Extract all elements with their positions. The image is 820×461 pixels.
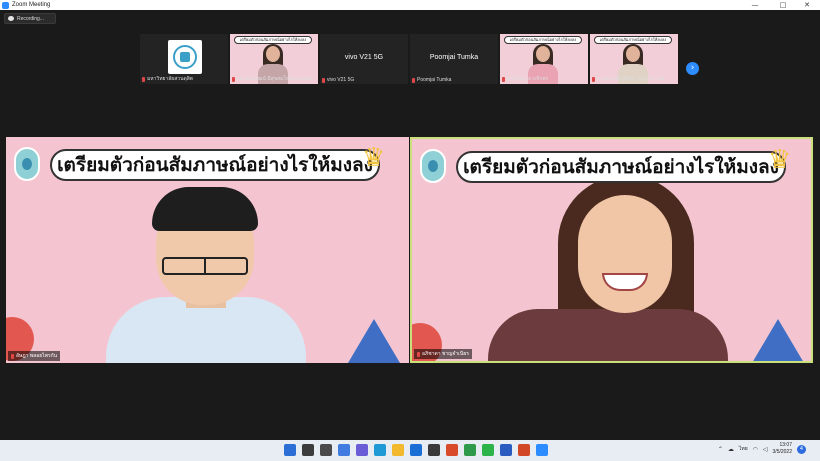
windows-start-icon[interactable]: [284, 444, 296, 456]
participant-name: นางสาวเพ็ญพิชชา ชาญวิจารณ์: [592, 75, 664, 83]
decorative-shape: [348, 319, 400, 363]
mail-icon[interactable]: [410, 444, 422, 456]
speaker-tile-right[interactable]: เตรียมตัวก่อนสัมภาษณ์อย่างไรให้มงลง ♛ อภ…: [410, 137, 813, 363]
participant-display-name: Poomjai Tumka: [429, 54, 479, 61]
participant-name: ผศ.นันทพัฒน์ มีสุขสมโพธิ-สวนดุสิต: [232, 75, 313, 83]
word-icon[interactable]: [500, 444, 512, 456]
thumbnail-banner: เตรียมตัวก่อนสัมภาษณ์อย่างไรให้ลงลง: [234, 36, 312, 44]
line-icon[interactable]: [482, 444, 494, 456]
window-title: Zoom Meeting: [12, 2, 51, 8]
muted-mic-icon: [417, 351, 420, 357]
store-icon[interactable]: [428, 444, 440, 456]
chrome-icon[interactable]: [464, 444, 476, 456]
close-button[interactable]: ✕: [796, 0, 818, 10]
university-logo-icon: [168, 40, 202, 74]
participant-display-name: vivo V21 5G: [344, 54, 384, 61]
participant-name: พรพิชญา ดวงจิรพร: [502, 75, 548, 83]
zoom-icon[interactable]: [536, 444, 548, 456]
next-page-button[interactable]: ›: [686, 62, 699, 75]
notification-badge[interactable]: 4: [797, 444, 806, 454]
system-tray: ⌃ ☁ ไทย ◠ ◁ 13:07 3/5/2022 4: [718, 442, 806, 456]
volume-icon[interactable]: ◁: [763, 446, 768, 453]
clock-time: 13:07: [779, 442, 792, 448]
file-explorer-icon[interactable]: [392, 444, 404, 456]
clock-date: 3/5/2022: [772, 449, 792, 455]
thumbnail-participant[interactable]: Poomjai Tumka Poomjai Tumka: [410, 34, 498, 84]
edge-icon[interactable]: [374, 444, 386, 456]
muted-mic-icon: [592, 76, 595, 82]
recording-label: Recording...: [17, 15, 44, 22]
muted-mic-icon: [11, 353, 14, 359]
brand-badge-icon: [14, 147, 40, 181]
chat-icon[interactable]: [356, 444, 368, 456]
muted-mic-icon: [502, 76, 505, 82]
slide-banner: เตรียมตัวก่อนสัมภาษณ์อย่างไรให้มงลง: [456, 151, 786, 183]
thumbnail-participant[interactable]: vivo V21 5G vivo V21 5G: [320, 34, 408, 84]
windows-taskbar: ⌃ ☁ ไทย ◠ ◁ 13:07 3/5/2022 4: [0, 440, 820, 461]
slide-banner: เตรียมตัวก่อนสัมภาษณ์อย่างไรให้มงลง: [50, 149, 380, 181]
brand-badge-icon: [420, 149, 446, 183]
clock[interactable]: 13:07 3/5/2022: [773, 442, 792, 456]
recording-indicator[interactable]: Recording...: [4, 13, 56, 24]
chevron-up-icon[interactable]: ⌃: [718, 446, 723, 453]
participant-name: Poomjai Tumka: [412, 77, 451, 83]
participant-name: vivo V21 5G: [322, 77, 354, 83]
search-icon[interactable]: [302, 444, 314, 456]
crown-icon: ♛: [768, 145, 792, 175]
meeting-stage: Recording... มหาวิทยาลัยสวนดุสิต เตรียมต…: [0, 10, 820, 440]
wifi-icon[interactable]: ◠: [753, 446, 758, 453]
speaker-tile-left[interactable]: เตรียมตัวก่อนสัมภาษณ์อย่างไรให้มงลง ♛ อั…: [6, 137, 409, 363]
muted-mic-icon: [232, 76, 235, 82]
participant-name: มหาวิทยาลัยสวนดุสิต: [142, 75, 193, 83]
title-bar: Zoom Meeting — □ ✕: [0, 0, 820, 10]
thumbnail-participant[interactable]: เตรียมตัวก่อนสัมภาษณ์อย่างไรให้ลงลง นางส…: [590, 34, 678, 84]
muted-mic-icon: [142, 76, 145, 82]
office-icon[interactable]: [446, 444, 458, 456]
input-language[interactable]: ไทย: [739, 445, 748, 453]
cloud-icon[interactable]: ☁: [728, 446, 734, 453]
taskbar-apps: [284, 444, 548, 456]
minimize-button[interactable]: —: [744, 0, 766, 10]
participant-video: [106, 187, 306, 363]
muted-mic-icon: [322, 77, 325, 83]
participant-nametag: อภิชาดา ชาญจำเนียร: [414, 349, 472, 359]
thumbnail-banner: เตรียมตัวก่อนสัมภาษณ์อย่างไรให้ลงลง: [594, 36, 672, 44]
powerpoint-icon[interactable]: [518, 444, 530, 456]
crown-icon: ♛: [362, 143, 386, 173]
muted-mic-icon: [412, 77, 415, 83]
thumbnail-banner: เตรียมตัวก่อนสัมภาษณ์อย่างไรให้ลงลง: [504, 36, 582, 44]
decorative-shape: [752, 319, 804, 361]
thumbnail-participant[interactable]: เตรียมตัวก่อนสัมภาษณ์อย่างไรให้ลงลง ผศ.น…: [230, 34, 318, 84]
maximize-button[interactable]: □: [772, 0, 794, 10]
cloud-recording-icon: [8, 16, 14, 21]
zoom-app-icon: [2, 1, 9, 9]
widgets-icon[interactable]: [338, 444, 350, 456]
participant-video: [468, 169, 728, 361]
participant-nametag: อัษฎา พลอยไพรกัน: [8, 351, 61, 361]
thumbnail-participant[interactable]: เตรียมตัวก่อนสัมภาษณ์อย่างไรให้ลงลง พรพิ…: [500, 34, 588, 84]
task-view-icon[interactable]: [320, 444, 332, 456]
thumbnail-participant[interactable]: มหาวิทยาลัยสวนดุสิต: [140, 34, 228, 84]
